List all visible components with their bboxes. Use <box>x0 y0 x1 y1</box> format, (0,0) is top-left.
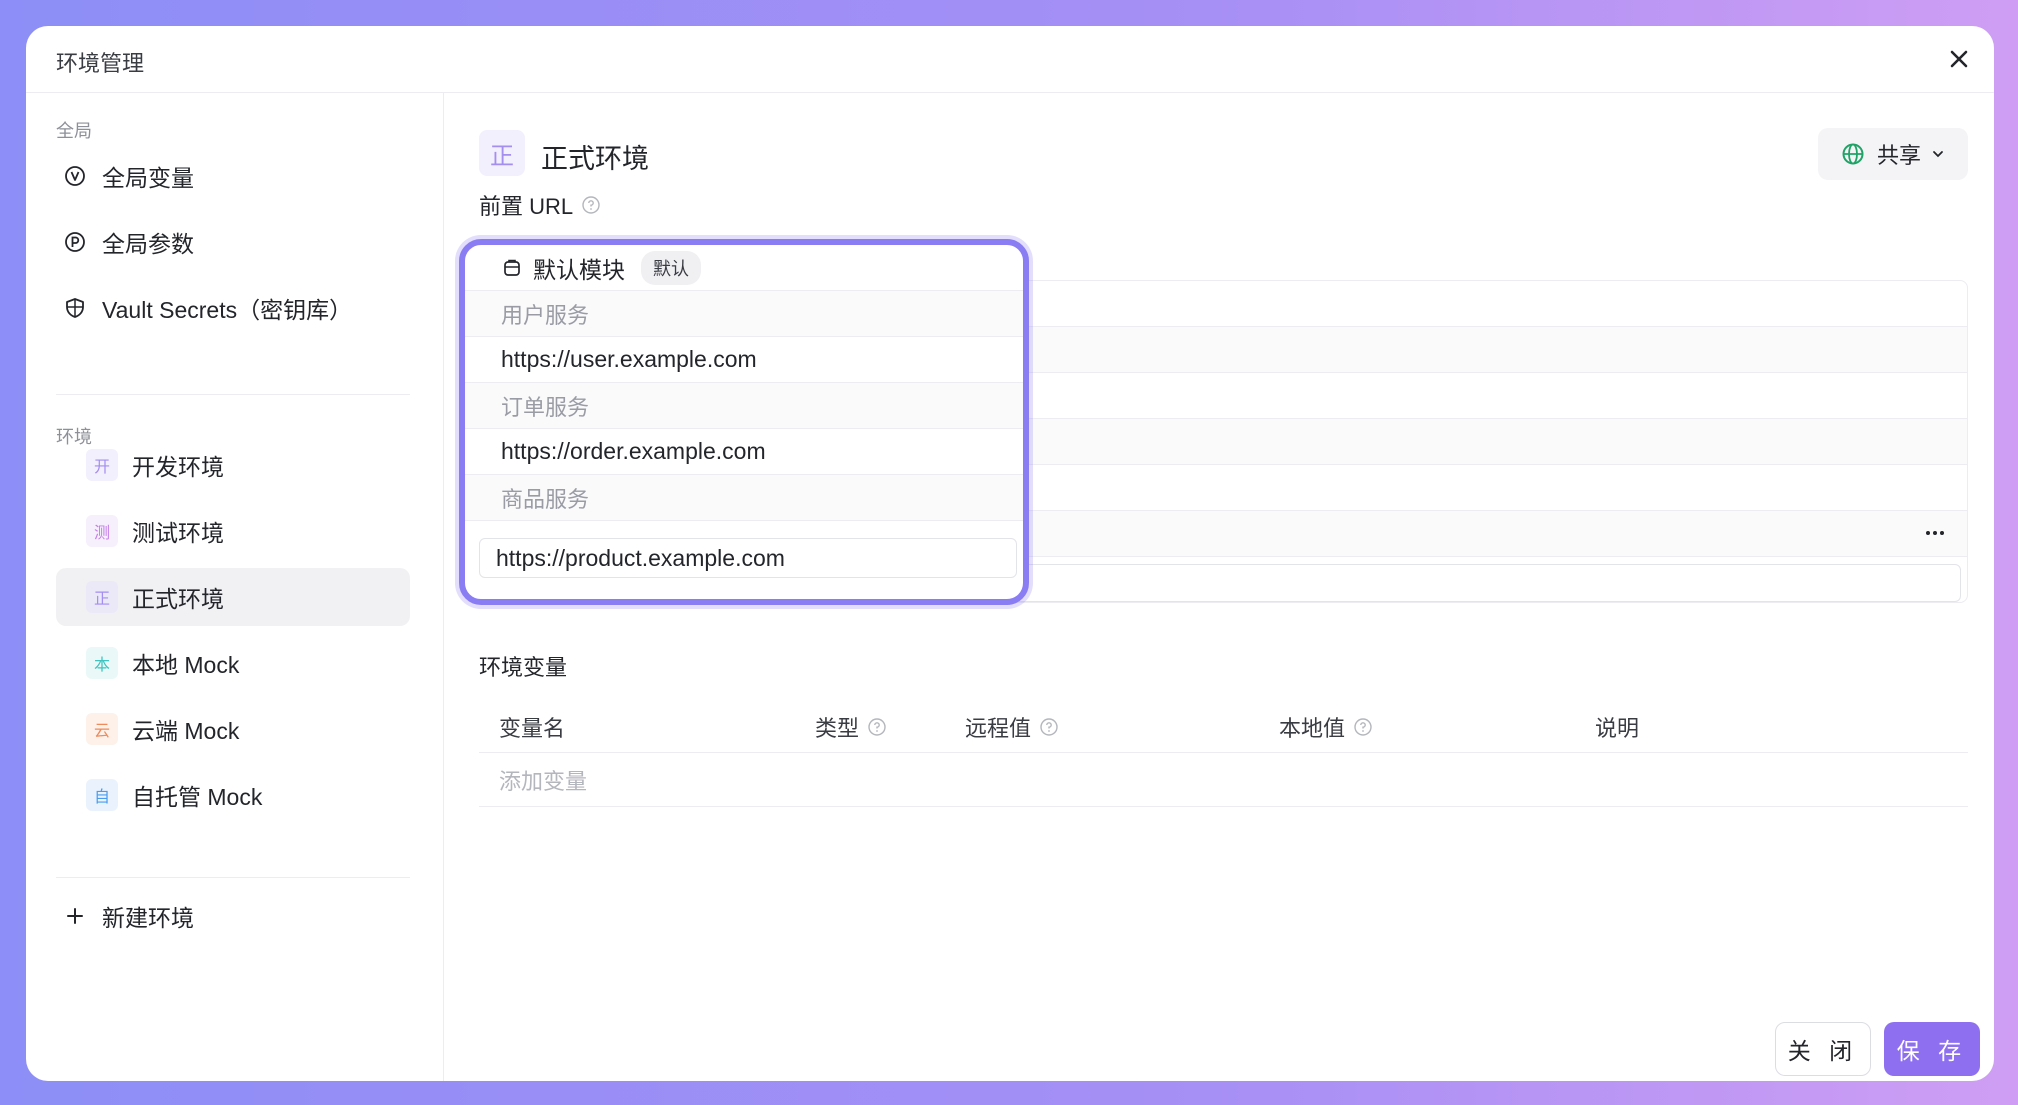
env-badge: 本 <box>86 647 118 679</box>
module-name: 默认模块 <box>533 256 625 283</box>
env-vars-label: 环境变量 <box>479 655 568 680</box>
env-item-label: 正式环境 <box>132 586 224 612</box>
column-header-type: 类型 <box>815 711 887 743</box>
column-header-description: 说明 <box>1595 711 1639 743</box>
default-tag: 默认 <box>641 250 701 285</box>
column-label: 说明 <box>1595 716 1640 741</box>
column-label: 类型 <box>815 716 860 741</box>
column-header-remote-value: 远程值 <box>965 711 1059 743</box>
sidebar-item-label: 全局参数 <box>102 231 194 257</box>
more-icon[interactable] <box>1923 523 1947 543</box>
sidebar-divider <box>56 877 410 878</box>
column-header-name: 变量名 <box>499 711 565 743</box>
service-group-row: 用户服务 <box>465 291 1023 337</box>
env-badge: 开 <box>86 449 118 481</box>
modal-title: 环境管理 <box>56 51 145 76</box>
env-title: 正式环境 <box>541 144 649 174</box>
sidebar-env-item[interactable]: 测测试环境 <box>56 502 410 560</box>
new-environment-button[interactable]: 新建环境 <box>56 887 410 945</box>
sidebar-env-item[interactable]: 本本地 Mock <box>56 634 410 692</box>
env-badge: 云 <box>86 713 118 745</box>
sidebar-item-label: 全局变量 <box>102 165 194 191</box>
help-icon[interactable] <box>1039 717 1059 737</box>
product-url-field[interactable]: https://product.example.com <box>479 538 1017 578</box>
sidebar-item-vault-secrets[interactable]: Vault Secrets（密钥库） <box>56 279 410 337</box>
env-badge: 自 <box>86 779 118 811</box>
url-row[interactable]: https://user.example.com <box>465 337 1023 383</box>
service-group-row: 订单服务 <box>465 383 1023 429</box>
env-item-label: 云端 Mock <box>132 718 240 744</box>
url-row[interactable]: https://order.example.com <box>465 429 1023 475</box>
modal-header: 环境管理 <box>26 26 1994 93</box>
chevron-down-icon <box>1933 151 1943 158</box>
module-row[interactable]: 默认模块 默认 <box>465 245 1023 291</box>
column-label: 变量名 <box>499 716 566 741</box>
url-value: https://user.example.com <box>501 346 757 372</box>
sidebar-env-item[interactable]: 云云端 Mock <box>56 700 410 758</box>
url-value: https://product.example.com <box>496 544 785 571</box>
sidebar-item-global-params[interactable]: 全局参数 <box>56 213 410 271</box>
sidebar-env-item[interactable]: 正正式环境 <box>56 568 410 626</box>
url-value: https://order.example.com <box>501 438 766 464</box>
new-environment-label: 新建环境 <box>102 905 194 931</box>
module-icon <box>504 259 520 276</box>
env-item-label: 本地 Mock <box>132 652 240 678</box>
sidebar-env-item[interactable]: 开开发环境 <box>56 436 410 494</box>
prefix-url-text: 前置 URL <box>479 194 574 219</box>
env-item-label: 开发环境 <box>132 454 224 480</box>
service-group-label: 用户服务 <box>501 302 590 328</box>
global-section-label: 全局 <box>56 121 92 141</box>
help-icon[interactable] <box>1353 717 1373 737</box>
column-label: 远程值 <box>965 716 1032 741</box>
env-badge: 测 <box>86 515 118 547</box>
help-icon[interactable] <box>581 195 601 215</box>
plus-icon <box>62 903 88 929</box>
column-header-local-value: 本地值 <box>1279 711 1373 743</box>
column-label: 本地值 <box>1279 716 1346 741</box>
close-button[interactable]: 关 闭 <box>1775 1022 1871 1076</box>
variables-table-header: 变量名 类型 远程值 本地值 说明 <box>479 695 1968 753</box>
add-variable-row[interactable]: 添加变量 <box>479 753 1968 807</box>
sidebar-divider <box>56 394 410 395</box>
share-dropdown[interactable]: 共享 <box>1818 128 1968 180</box>
save-button[interactable]: 保 存 <box>1884 1022 1980 1076</box>
service-group-label: 商品服务 <box>501 486 590 512</box>
env-badge: 正 <box>479 130 525 176</box>
share-label: 共享 <box>1876 143 1921 168</box>
close-icon[interactable] <box>1944 44 1974 74</box>
sidebar-item-global-variables[interactable]: 全局变量 <box>56 147 410 205</box>
env-item-label: 自托管 Mock <box>132 784 263 810</box>
prefix-url-highlight: 默认模块 默认 用户服务 https://user.example.com 订单服务… <box>459 239 1029 605</box>
help-icon[interactable] <box>867 717 887 737</box>
shield-icon <box>62 295 88 321</box>
p-circle-icon <box>62 229 88 255</box>
sidebar: 全局 全局变量 全局参数 Vault Secrets（密钥库） 环境 开开发环境… <box>26 93 444 1081</box>
globe-icon <box>1842 143 1864 165</box>
sidebar-env-item[interactable]: 自自托管 Mock <box>56 766 410 824</box>
service-group-label: 订单服务 <box>501 394 590 420</box>
prefix-url-label: 前置 URL <box>479 189 601 221</box>
v-circle-icon <box>62 163 88 189</box>
env-badge: 正 <box>86 581 118 613</box>
env-item-label: 测试环境 <box>132 520 224 546</box>
sidebar-item-label: Vault Secrets（密钥库） <box>102 297 353 323</box>
service-group-row: 商品服务 <box>465 475 1023 521</box>
